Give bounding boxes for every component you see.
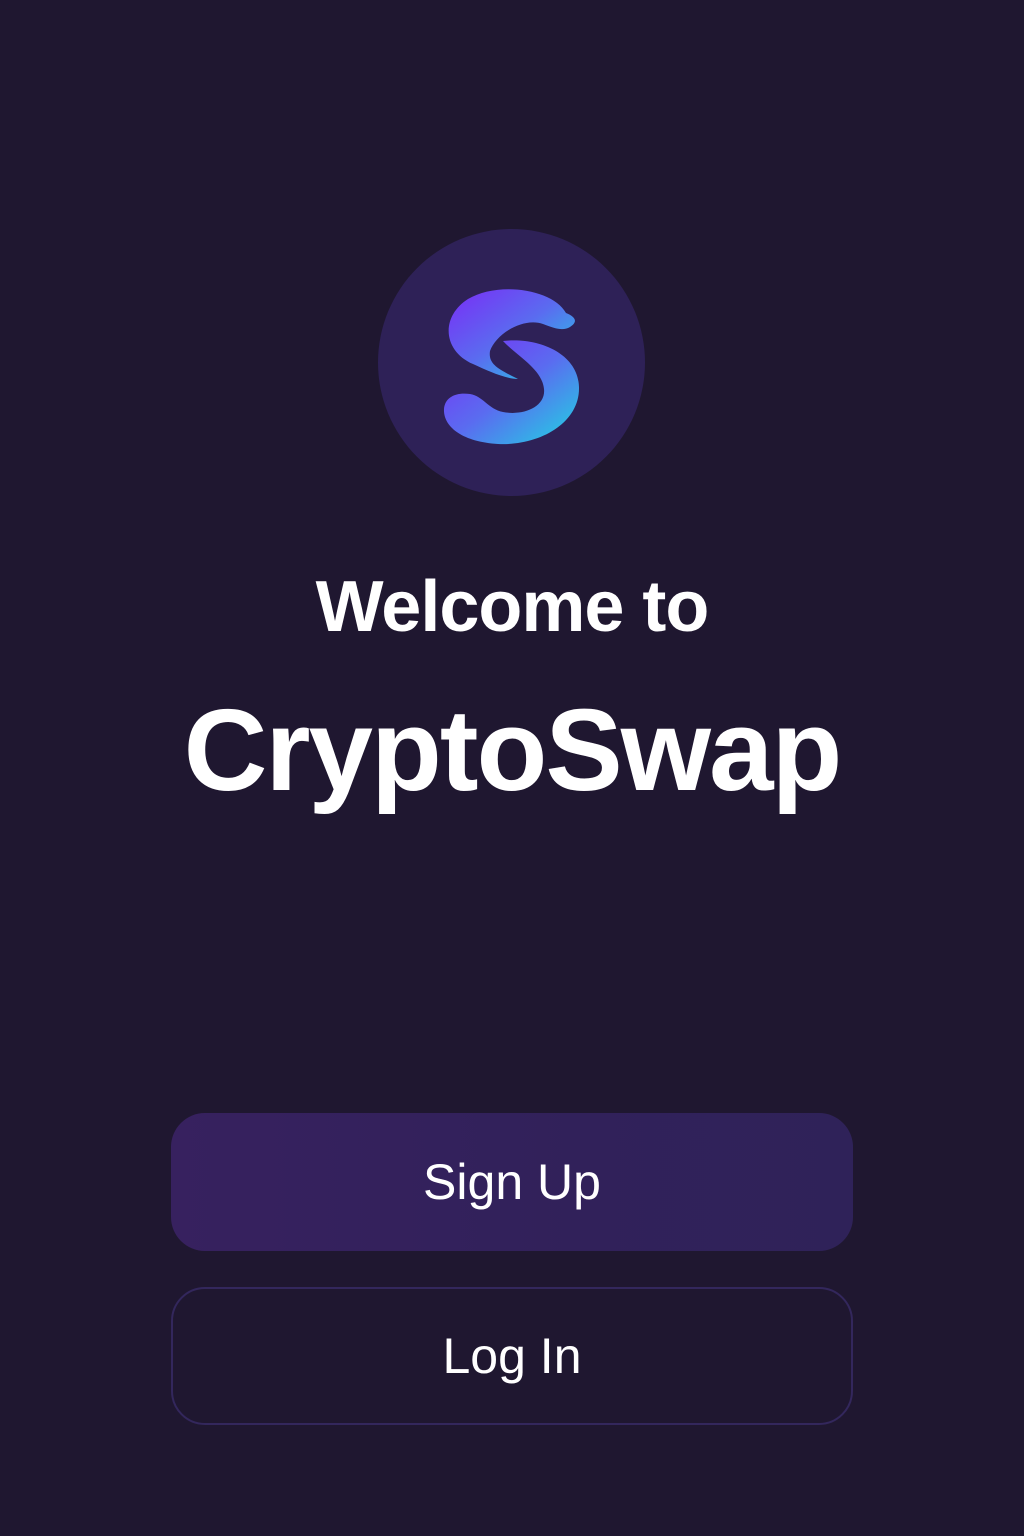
log-in-button[interactable]: Log In bbox=[171, 1287, 853, 1425]
sign-up-label: Sign Up bbox=[423, 1154, 601, 1210]
s-swap-logo-icon bbox=[443, 289, 580, 445]
welcome-screen: Welcome to CryptoSwap Sign Up Log In bbox=[0, 0, 1024, 1536]
app-name-title: CryptoSwap bbox=[183, 685, 843, 815]
welcome-heading: Welcome to bbox=[315, 567, 710, 647]
sign-up-button[interactable]: Sign Up bbox=[171, 1113, 853, 1251]
log-in-label: Log In bbox=[442, 1328, 582, 1384]
app-logo bbox=[378, 229, 645, 496]
